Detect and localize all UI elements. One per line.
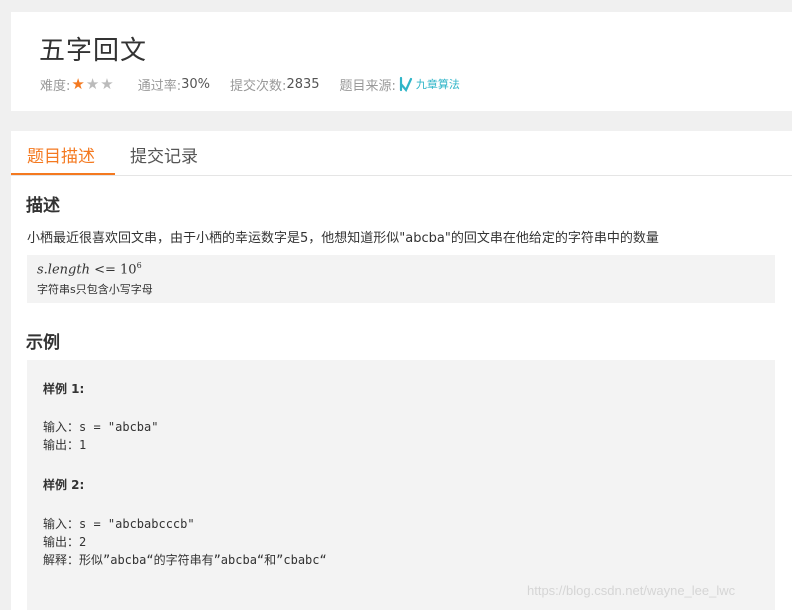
example-2-output: 输出：2: [43, 535, 87, 549]
example-2-label: 样例 2:: [43, 478, 85, 492]
constraint-formula: s.length <= 106: [37, 261, 142, 277]
watermark: https://blog.csdn.net/wayne_lee_lwc: [527, 583, 736, 598]
description-heading: 描述: [26, 196, 60, 216]
pass-rate-value: 30%: [181, 76, 211, 92]
difficulty-label: 难度:: [40, 78, 71, 94]
pass-rate-label: 通过率:: [137, 78, 182, 94]
constraint-box: s.length <= 106 字符串s只包含小写字母: [27, 255, 775, 303]
constraint-note: 字符串s只包含小写字母: [37, 283, 153, 296]
tab-description[interactable]: 题目描述: [27, 142, 95, 167]
submissions-label: 提交次数:: [230, 78, 287, 94]
source-name: 九章算法: [415, 77, 460, 91]
example-2-input: 输入：s = "abcbabcccb": [43, 517, 195, 531]
active-tab-indicator: [11, 173, 115, 175]
tab-bar: 题目描述 提交记录: [11, 131, 792, 176]
source-label: 题目来源:: [339, 78, 396, 94]
examples-box: 样例 1: 输入：s = "abcba" 输出：1 样例 2: 输入：s = "…: [27, 360, 775, 610]
problem-content-card: 题目描述 提交记录 描述 小栖最近很喜欢回文串，由于小栖的幸运数字是5，他想知道…: [11, 131, 792, 610]
constraint-variable: s.length: [37, 262, 90, 278]
star-empty-icon: ★: [85, 74, 100, 93]
problem-header-card: 五字回文 难度: ★ ★ ★ 通过率: 30% 提交次数: 2835 题目来源:…: [11, 12, 792, 111]
examples-heading: 示例: [26, 333, 60, 353]
submissions-value: 2835: [286, 76, 320, 92]
example-2-explanation: 解释：形似”abcba“的字符串有”abcba“和”cbabc“: [43, 553, 327, 567]
tab-submissions[interactable]: 提交记录: [130, 142, 198, 167]
page-title: 五字回文: [39, 36, 148, 66]
jiuzhang-logo-icon: [399, 76, 413, 92]
description-text: 小栖最近很喜欢回文串，由于小栖的幸运数字是5，他想知道形似"abcba"的回文串…: [27, 231, 659, 246]
source-logo[interactable]: 九章算法: [398, 76, 460, 92]
problem-meta: 难度: ★ ★ ★ 通过率: 30% 提交次数: 2835 题目来源: 九章算法: [40, 74, 460, 94]
star-filled-icon: ★: [71, 74, 85, 93]
constraint-operator: <=: [94, 262, 116, 278]
constraint-base: 10: [120, 262, 137, 278]
constraint-exponent: 6: [136, 261, 142, 270]
example-1-label: 样例 1:: [43, 382, 85, 396]
example-1-input: 输入：s = "abcba": [43, 420, 159, 434]
star-empty-icon: ★: [100, 74, 114, 93]
example-1-output: 输出：1: [43, 438, 87, 452]
